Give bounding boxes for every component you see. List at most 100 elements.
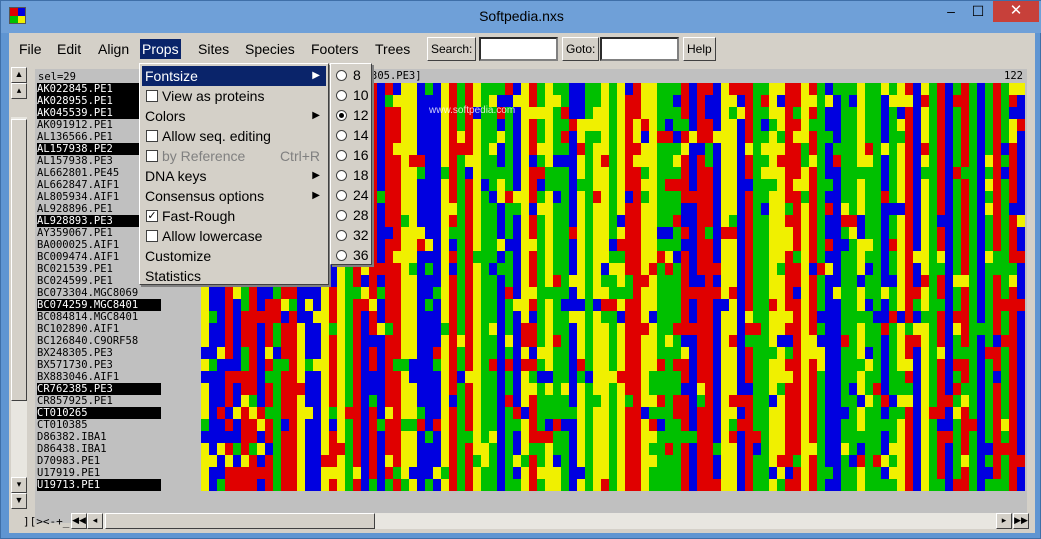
sequence-name-row[interactable]: CR762385.PE3 [37,383,161,395]
base-cell [817,119,825,131]
sequence-name-row[interactable]: BX883046.AIF1 [37,371,161,383]
scroll-down-icon[interactable]: ▾ [11,477,27,493]
sequence-name-row[interactable]: BC126840.C9ORF58 [37,335,161,347]
menu-item-allow-lowercase[interactable]: Allow lowercase [142,226,326,246]
sequence-name-row[interactable]: U17919.PE1 [37,467,161,479]
horizontal-scrollbar[interactable] [87,513,1012,529]
radio-icon[interactable] [336,250,347,261]
menu-item-view-as-proteins[interactable]: View as proteins [142,86,326,106]
menu-props[interactable]: Props [140,39,181,59]
base-cell [985,479,993,491]
sequence-name-row[interactable]: CT010265 [37,407,161,419]
close-button[interactable]: ✕ [993,1,1039,22]
maximize-button[interactable]: ☐ [964,1,992,22]
base-cell [1017,407,1025,419]
base-cell [745,155,753,167]
scroll-up-icon[interactable]: ▴ [11,83,27,99]
checkbox-icon[interactable] [146,90,158,102]
sequence-name-row[interactable]: D70983.PE1 [37,455,161,467]
menu-item-label: Colors [145,108,186,124]
menu-footers[interactable]: Footers [309,39,360,59]
menu-align[interactable]: Align [96,39,131,59]
fontsize-option-16[interactable]: 16 [333,145,371,165]
menu-item-by-reference[interactable]: by Reference Ctrl+R [142,146,326,166]
base-cell [649,275,657,287]
scroll-top-icon[interactable]: ▲ [11,67,27,83]
radio-icon[interactable] [336,150,347,161]
vertical-scrollbar[interactable]: ▲ ▴ ▾ ▼ [11,67,28,511]
fontsize-option-28[interactable]: 28 [333,205,371,225]
radio-icon[interactable] [336,110,347,121]
base-cell [857,203,865,215]
help-button[interactable]: Help [683,37,716,61]
sequence-name-row[interactable]: BX248305.PE3 [37,347,161,359]
search-button[interactable]: Search: [427,37,477,61]
menu-item-statistics[interactable]: Statistics [142,266,326,286]
base-cell [681,479,689,491]
fontsize-option-12[interactable]: 12 [333,105,371,125]
base-cell [617,155,625,167]
menu-file[interactable]: File [17,39,44,59]
menu-species[interactable]: Species [243,39,297,59]
hscroll-thumb[interactable] [105,513,375,529]
goto-input[interactable] [600,37,679,61]
radio-icon[interactable] [336,130,347,141]
radio-icon[interactable] [336,170,347,181]
sequence-name-row[interactable]: U19713.PE1 [37,479,161,491]
fontsize-option-32[interactable]: 32 [333,225,371,245]
base-cell [625,431,633,443]
sequence-name-row[interactable]: BX571730.PE3 [37,359,161,371]
sequence-name-row[interactable]: BC074259.MGC8401 [37,299,161,311]
radio-icon[interactable] [336,230,347,241]
menu-item-allow-seq-editing[interactable]: Allow seq. editing [142,126,326,146]
scroll-left-icon[interactable]: ◂ [87,513,103,529]
menu-edit[interactable]: Edit [55,39,83,59]
fontsize-option-36[interactable]: 36 [333,245,371,265]
search-input[interactable] [479,37,558,61]
sequence-name-row[interactable]: BC084814.MGC8401 [37,311,161,323]
menu-trees[interactable]: Trees [373,39,412,59]
radio-icon[interactable] [336,90,347,101]
base-cell [329,347,337,359]
fontsize-option-8[interactable]: 8 [333,65,371,85]
sequence-name-row[interactable]: BC102890.AIF1 [37,323,161,335]
checkbox-icon[interactable] [146,130,158,142]
fontsize-option-24[interactable]: 24 [333,185,371,205]
sequence-name-row[interactable]: CR857925.PE1 [37,395,161,407]
base-cell [409,131,417,143]
minimize-button[interactable]: – [937,1,965,22]
radio-icon[interactable] [336,70,347,81]
goto-button[interactable]: Goto: [562,37,600,61]
base-cell [905,455,913,467]
scroll-last-icon[interactable]: ▶▶ [1013,513,1029,529]
menu-item-consensus-options[interactable]: Consensus options ▶ [142,186,326,206]
radio-icon[interactable] [336,190,347,201]
menu-item-dna-keys[interactable]: DNA keys ▶ [142,166,326,186]
checkbox-icon[interactable]: ✓ [146,210,158,222]
menu-sites[interactable]: Sites [196,39,231,59]
base-cell [265,335,273,347]
base-cell [705,299,713,311]
scroll-first-icon[interactable]: ◀◀ [71,513,87,529]
scroll-thumb[interactable] [11,119,27,401]
title-bar[interactable]: Softpedia.nxs – ☐ ✕ [1,1,1041,33]
sequence-name-row[interactable]: D86382.IBA1 [37,431,161,443]
menu-item-colors[interactable]: Colors ▶ [142,106,326,126]
sequence-name-row[interactable]: BC073304.MGC8069 [37,287,161,299]
scroll-bottom-icon[interactable]: ▼ [11,493,27,509]
menu-item-fast-rough[interactable]: ✓ Fast-Rough [142,206,326,226]
sequence-name-row[interactable]: CT010385 [37,419,161,431]
base-cell [769,335,777,347]
sequence-name-row[interactable]: D86438.IBA1 [37,443,161,455]
fontsize-option-14[interactable]: 14 [333,125,371,145]
fontsize-option-10[interactable]: 10 [333,85,371,105]
menu-item-fontsize[interactable]: Fontsize ▶ [142,66,326,86]
radio-icon[interactable] [336,210,347,221]
checkbox-icon[interactable] [146,150,158,162]
checkbox-icon[interactable] [146,230,158,242]
menu-item-customize[interactable]: Customize [142,246,326,266]
scroll-right-icon[interactable]: ▸ [996,513,1012,529]
base-cell [609,167,617,179]
fontsize-option-18[interactable]: 18 [333,165,371,185]
base-cell [601,95,609,107]
